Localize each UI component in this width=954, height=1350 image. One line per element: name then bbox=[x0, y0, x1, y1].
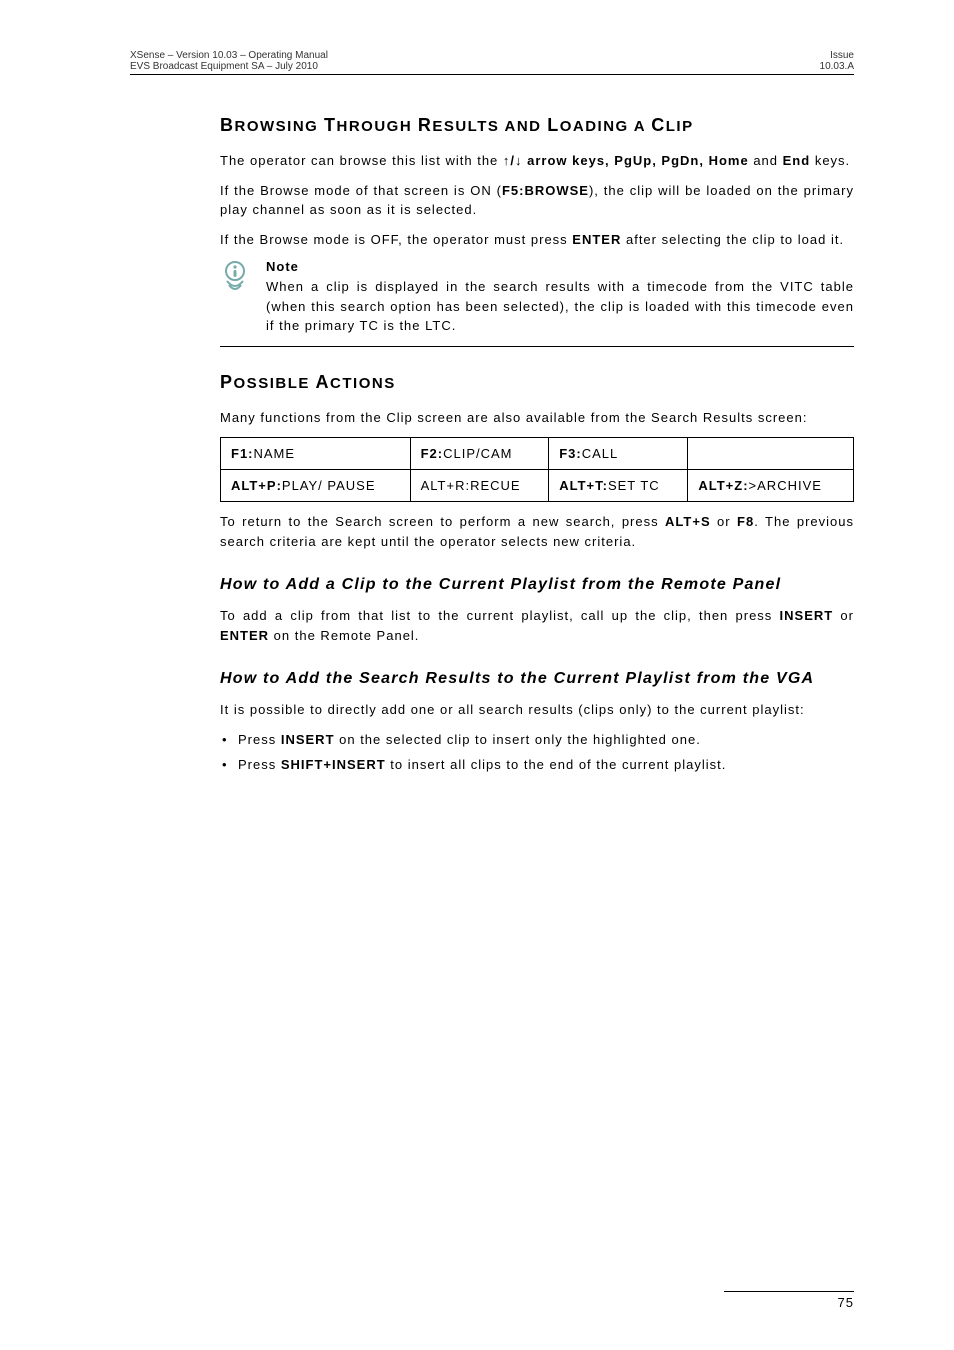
text: Press bbox=[238, 732, 281, 747]
header-issue-label: Issue bbox=[820, 50, 854, 61]
heading-possible-actions: POSSIBLE ACTIONS bbox=[220, 372, 854, 393]
text: on the selected clip to insert only the … bbox=[335, 732, 701, 747]
h-text: B bbox=[220, 115, 235, 135]
note-block: Note When a clip is displayed in the sea… bbox=[220, 259, 854, 347]
para-browse-on: If the Browse mode of that screen is ON … bbox=[220, 181, 854, 220]
para-browse-off: If the Browse mode is OFF, the operator … bbox=[220, 230, 854, 250]
text: keys. bbox=[810, 153, 850, 168]
cell-empty bbox=[688, 438, 854, 470]
text: or bbox=[833, 608, 854, 623]
h-text: OSSIBLE bbox=[234, 375, 316, 392]
text: The operator can browse this list with t… bbox=[220, 153, 503, 168]
para-add-remote: To add a clip from that list to the curr… bbox=[220, 606, 854, 645]
text-bold: F3: bbox=[559, 446, 582, 461]
page-header: XSense – Version 10.03 – Operating Manua… bbox=[130, 50, 854, 75]
heading-browsing: BROWSING THROUGH RESULTS AND LOADING A C… bbox=[220, 115, 854, 136]
para-actions-intro: Many functions from the Clip screen are … bbox=[220, 408, 854, 428]
text-bold: F5:BROWSE bbox=[502, 183, 589, 198]
h-text: LIP bbox=[666, 118, 694, 135]
text: If the Browse mode is OFF, the operator … bbox=[220, 232, 572, 247]
cell-altt: ALT+T:SET TC bbox=[549, 470, 688, 502]
header-company-line: EVS Broadcast Equipment SA – July 2010 bbox=[130, 61, 328, 72]
text-bold: ALT+Z: bbox=[698, 478, 748, 493]
text: To add a clip from that list to the curr… bbox=[220, 608, 780, 623]
h-text: C bbox=[651, 115, 666, 135]
page-number: 75 bbox=[724, 1295, 854, 1310]
text: to insert all clips to the end of the cu… bbox=[386, 757, 727, 772]
h-text: T bbox=[324, 115, 337, 135]
cell-altz: ALT+Z:>ARCHIVE bbox=[688, 470, 854, 502]
para-browse-keys: The operator can browse this list with t… bbox=[220, 151, 854, 171]
cell-f3: F3:CALL bbox=[549, 438, 688, 470]
text-bold: ↑/↓ arrow keys, PgUp, PgDn, Home bbox=[503, 153, 749, 168]
cell-altr: ALT+R:RECUE bbox=[410, 470, 549, 502]
note-title: Note bbox=[266, 259, 854, 274]
table-row: F1:NAME F2:CLIP/CAM F3:CALL bbox=[221, 438, 854, 470]
table-row: ALT+P:PLAY/ PAUSE ALT+R:RECUE ALT+T:SET … bbox=[221, 470, 854, 502]
h-text: P bbox=[220, 372, 234, 392]
heading-add-remote: How to Add a Clip to the Current Playlis… bbox=[220, 576, 854, 594]
cell-f1: F1:NAME bbox=[221, 438, 411, 470]
header-left: XSense – Version 10.03 – Operating Manua… bbox=[130, 50, 328, 72]
text-bold: F8 bbox=[737, 514, 754, 529]
list-item: Press INSERT on the selected clip to ins… bbox=[220, 730, 854, 751]
text-bold: ALT+P: bbox=[231, 478, 282, 493]
text: after selecting the clip to load it. bbox=[621, 232, 844, 247]
h-text: R bbox=[418, 115, 433, 135]
header-product-line: XSense – Version 10.03 – Operating Manua… bbox=[130, 50, 328, 61]
header-issue-value: 10.03.A bbox=[820, 61, 854, 72]
h-text: L bbox=[547, 115, 560, 135]
text: on the Remote Panel. bbox=[269, 628, 419, 643]
h-text: OADING A bbox=[560, 118, 652, 135]
text-bold: ALT+S bbox=[665, 514, 711, 529]
h-text: ESULTS AND bbox=[432, 118, 547, 135]
note-body: When a clip is displayed in the search r… bbox=[266, 277, 854, 336]
h-text: ROWSING bbox=[235, 118, 325, 135]
text-bold: INSERT bbox=[780, 608, 834, 623]
cell-altp: ALT+P:PLAY/ PAUSE bbox=[221, 470, 411, 502]
text: To return to the Search screen to perfor… bbox=[220, 514, 665, 529]
h-text: A bbox=[316, 372, 331, 392]
text: SET TC bbox=[608, 478, 660, 493]
cell-f2: F2:CLIP/CAM bbox=[410, 438, 549, 470]
h-text: CTIONS bbox=[330, 375, 396, 392]
para-return-search: To return to the Search screen to perfor… bbox=[220, 512, 854, 551]
heading-add-vga: How to Add the Search Results to the Cur… bbox=[220, 670, 854, 688]
page-footer: 75 bbox=[724, 1291, 854, 1310]
text: or bbox=[711, 514, 737, 529]
bullet-list: Press INSERT on the selected clip to ins… bbox=[220, 730, 854, 777]
text-bold: ALT+T: bbox=[559, 478, 608, 493]
note-row: Note When a clip is displayed in the sea… bbox=[220, 259, 854, 336]
text-bold: F2: bbox=[421, 446, 444, 461]
text: PLAY/ PAUSE bbox=[282, 478, 376, 493]
text: CLIP/CAM bbox=[443, 446, 512, 461]
header-right: Issue 10.03.A bbox=[820, 50, 854, 72]
text: >ARCHIVE bbox=[749, 478, 822, 493]
text-bold: SHIFT+INSERT bbox=[281, 757, 386, 772]
content-area: BROWSING THROUGH RESULTS AND LOADING A C… bbox=[220, 115, 854, 776]
note-icon bbox=[220, 259, 250, 300]
text: If the Browse mode of that screen is ON … bbox=[220, 183, 502, 198]
page-container: XSense – Version 10.03 – Operating Manua… bbox=[0, 0, 954, 814]
list-item: Press SHIFT+INSERT to insert all clips t… bbox=[220, 755, 854, 776]
text-bold: F1: bbox=[231, 446, 254, 461]
text: and bbox=[749, 153, 783, 168]
text: NAME bbox=[254, 446, 296, 461]
text-bold: INSERT bbox=[281, 732, 335, 747]
text: Press bbox=[238, 757, 281, 772]
actions-table: F1:NAME F2:CLIP/CAM F3:CALL ALT+P:PLAY/ … bbox=[220, 437, 854, 502]
text: CALL bbox=[582, 446, 619, 461]
text-bold: End bbox=[783, 153, 811, 168]
h-text: HROUGH bbox=[337, 118, 418, 135]
text-bold: ENTER bbox=[572, 232, 621, 247]
text-bold: ENTER bbox=[220, 628, 269, 643]
footer-rule bbox=[724, 1291, 854, 1292]
para-add-vga-intro: It is possible to directly add one or al… bbox=[220, 700, 854, 720]
note-text: Note When a clip is displayed in the sea… bbox=[266, 259, 854, 336]
